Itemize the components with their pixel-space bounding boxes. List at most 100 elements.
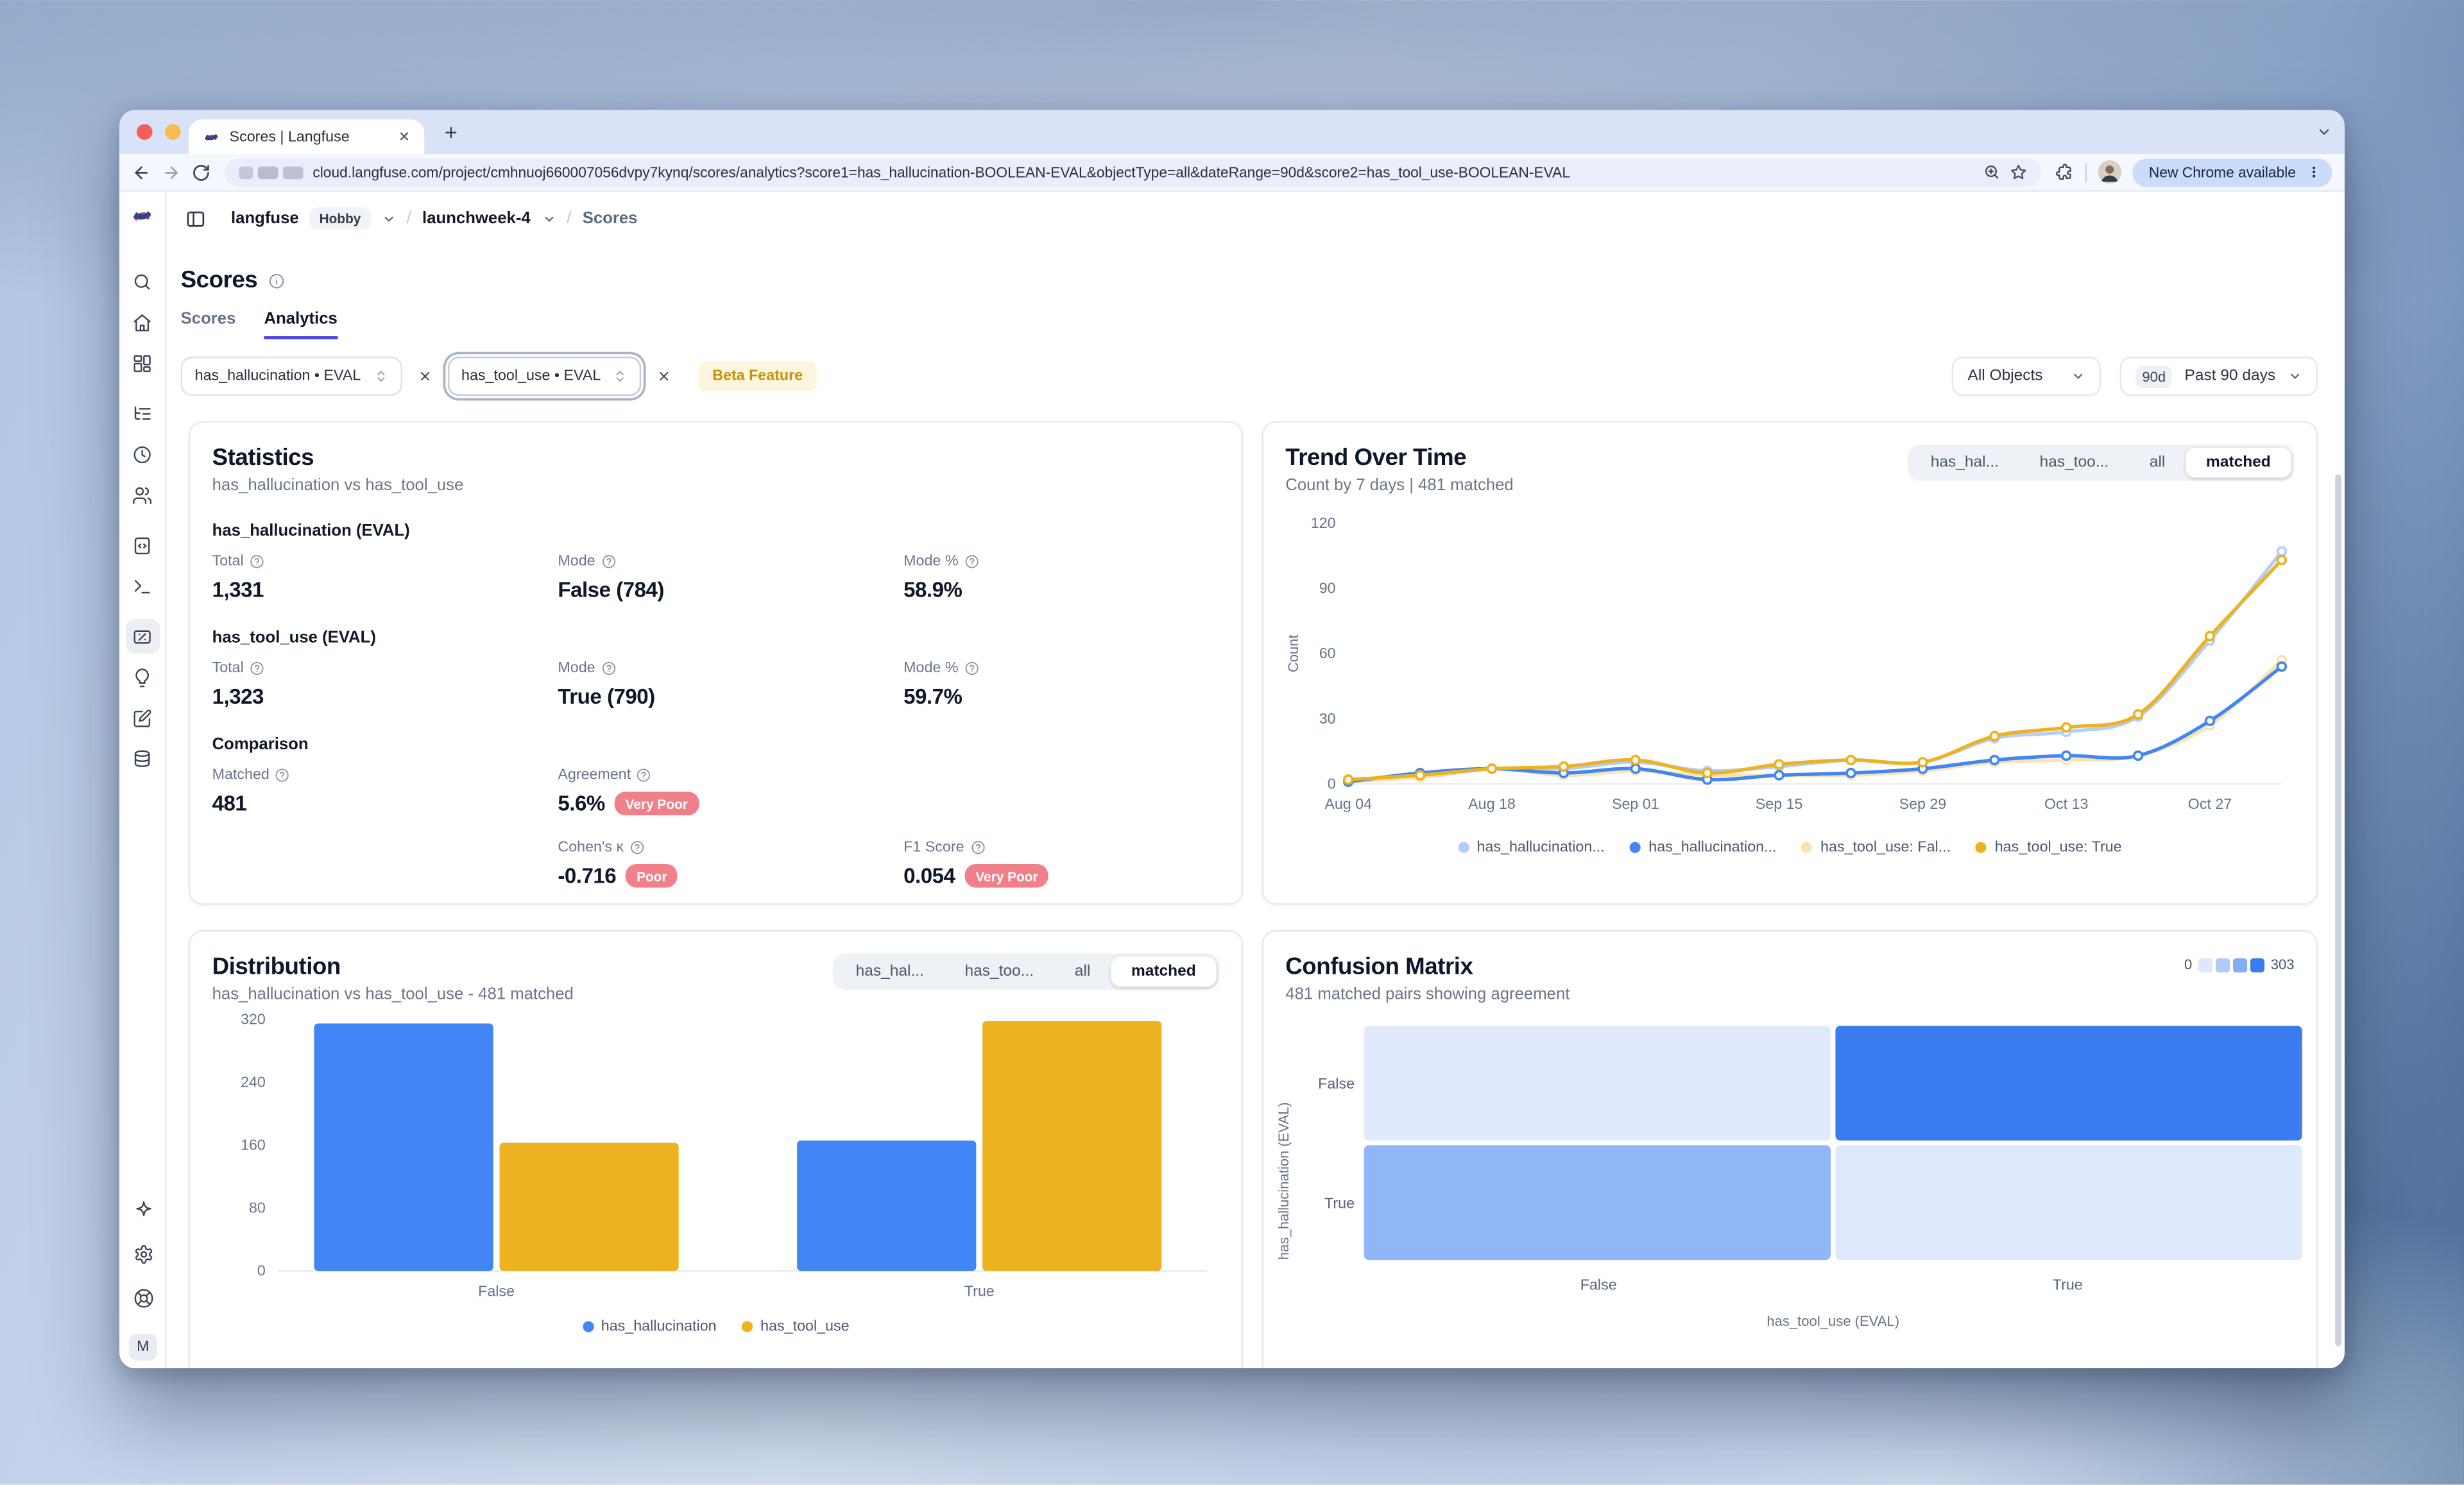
trend-tab-hastoo[interactable]: has_too... [2019,448,2129,478]
back-icon[interactable] [132,162,151,181]
help-icon[interactable] [637,768,651,783]
sidebar-item-tracing[interactable] [125,396,160,430]
chevron-down-icon [2071,369,2085,384]
legend-dot-icon [1458,842,1469,853]
distribution-tab-hastoo[interactable]: has_too... [945,956,1054,987]
sidebar-item-evaluators[interactable] [125,660,160,695]
sidebar-item-sessions[interactable] [125,437,160,471]
svg-text:60: 60 [1319,645,1336,661]
sidebar-item-users[interactable] [125,477,160,512]
legend-item[interactable]: has_tool_use: Fal... [1802,839,1951,856]
metric-value: 1,323 [212,685,264,709]
sidebar-item-search[interactable] [125,264,160,298]
chevrons-up-down-icon [373,368,388,385]
help-icon[interactable] [964,554,979,568]
matrix-cell-true-false[interactable] [1364,1145,1831,1260]
breadcrumb-section[interactable]: Scores [583,209,638,228]
metric-label: Mode % [903,660,958,677]
date-range-select[interactable]: 90d Past 90 days [2120,357,2318,396]
legend-item[interactable]: has_hallucination... [1458,839,1605,856]
score2-select[interactable]: has_tool_use • EVAL [447,357,642,396]
chrome-update-badge[interactable]: New Chrome available [2133,158,2332,186]
sidebar-item-settings[interactable] [126,1236,160,1271]
score1-select[interactable]: has_hallucination • EVAL [181,357,402,396]
confusion-matrix-card: Confusion Matrix 481 matched pairs showi… [1262,930,2318,1368]
legend-item[interactable]: has_hallucination [582,1318,716,1336]
browser-tab[interactable]: Scores | Langfuse ✕ [189,119,424,154]
sidebar-item-datasets[interactable] [125,742,160,776]
matrix-cell-false-false[interactable] [1364,1026,1831,1141]
help-icon[interactable] [630,840,644,854]
browser-menu-dots-icon[interactable] [2307,164,2321,181]
legend-item[interactable]: has_tool_use: True [1976,839,2121,856]
reload-icon[interactable] [192,162,210,181]
sidebar-item-dashboards[interactable] [125,346,160,380]
tab-close-icon[interactable]: ✕ [398,128,410,146]
svg-text:240: 240 [241,1074,266,1090]
datasets-icon [132,749,153,769]
remove-score1-icon[interactable] [417,369,431,384]
legend-dot-icon [1630,842,1641,853]
chevron-down-icon[interactable] [381,211,395,225]
sidebar-item-scores[interactable] [125,619,160,654]
sidebar-item-support[interactable] [126,1280,160,1315]
search-icon [132,271,153,291]
help-icon[interactable] [250,661,264,675]
trend-tab-matched[interactable]: matched [2186,448,2291,478]
help-icon[interactable] [970,840,984,854]
stat-group-heading: has_hallucination (EVAL) [212,522,1220,540]
distribution-tab-all[interactable]: all [1054,956,1111,987]
help-icon[interactable] [601,554,615,568]
breadcrumb-project[interactable]: launchweek-4 [422,209,531,228]
info-icon[interactable] [268,273,284,288]
metric-label: Mode [558,660,595,677]
scores-icon [132,626,153,647]
remove-score2-icon[interactable] [657,369,671,384]
svg-text:320: 320 [241,1011,266,1028]
trend-tab-hashal[interactable]: has_hal... [1910,448,2019,478]
close-window-button[interactable] [137,124,152,139]
matrix-cell-false-true[interactable] [1835,1026,2302,1141]
distribution-tab-matched[interactable]: matched [1111,956,1216,987]
sidebar-item-annotation[interactable] [125,700,160,735]
user-avatar[interactable]: M [129,1334,157,1361]
svg-text:Oct 13: Oct 13 [2044,795,2088,812]
legend-item[interactable]: has_tool_use [742,1318,850,1336]
bookmark-star-icon[interactable] [2010,164,2028,181]
legend-item[interactable]: has_hallucination... [1630,839,1777,856]
help-icon[interactable] [276,768,290,783]
address-bar[interactable]: cloud.langfuse.com/project/cmhnuoj660007… [225,158,2042,186]
object-type-select[interactable]: All Objects [1952,357,2101,396]
new-tab-button[interactable]: + [437,118,465,146]
content-scrollbar[interactable] [2335,475,2341,1346]
extensions-puzzle-icon[interactable] [2056,162,2075,181]
sessions-icon [132,444,153,464]
quality-badge: Very Poor [964,864,1048,888]
help-icon[interactable] [601,661,615,675]
help-icon[interactable] [964,661,979,675]
browser-profile-avatar[interactable] [2099,160,2123,184]
breadcrumb-org[interactable]: langfuse [231,209,299,228]
trend-tab-all[interactable]: all [2129,448,2186,478]
sidebar-item-whats-new[interactable] [126,1192,160,1227]
sidebar-item-playground[interactable] [125,569,160,604]
tab-search-chevron-icon[interactable] [2316,124,2332,139]
forward-icon[interactable] [162,162,180,181]
sidebar-item-home[interactable] [125,305,160,339]
redacted-extension-icons [239,165,303,178]
tab-analytics[interactable]: Analytics [264,309,338,339]
panel-left-toggle-icon[interactable] [185,208,206,228]
minimize-window-button[interactable] [165,124,180,139]
tab-scores[interactable]: Scores [181,309,236,339]
playground-icon [132,576,153,597]
statistics-subtitle: has_hallucination vs has_tool_use [212,476,1220,495]
metric-label: Mode % [903,553,958,570]
chevron-down-icon[interactable] [542,211,556,225]
sidebar-item-prompts[interactable] [125,528,160,563]
langfuse-logo-icon[interactable] [130,204,154,228]
distribution-tab-hashal[interactable]: has_hal... [835,956,945,987]
matrix-cell-true-true[interactable] [1835,1145,2302,1260]
help-icon[interactable] [250,554,264,568]
breadcrumb: langfuse Hobby / launchweek-4 / Scores [231,207,637,229]
zoom-in-icon[interactable] [1984,164,2001,181]
